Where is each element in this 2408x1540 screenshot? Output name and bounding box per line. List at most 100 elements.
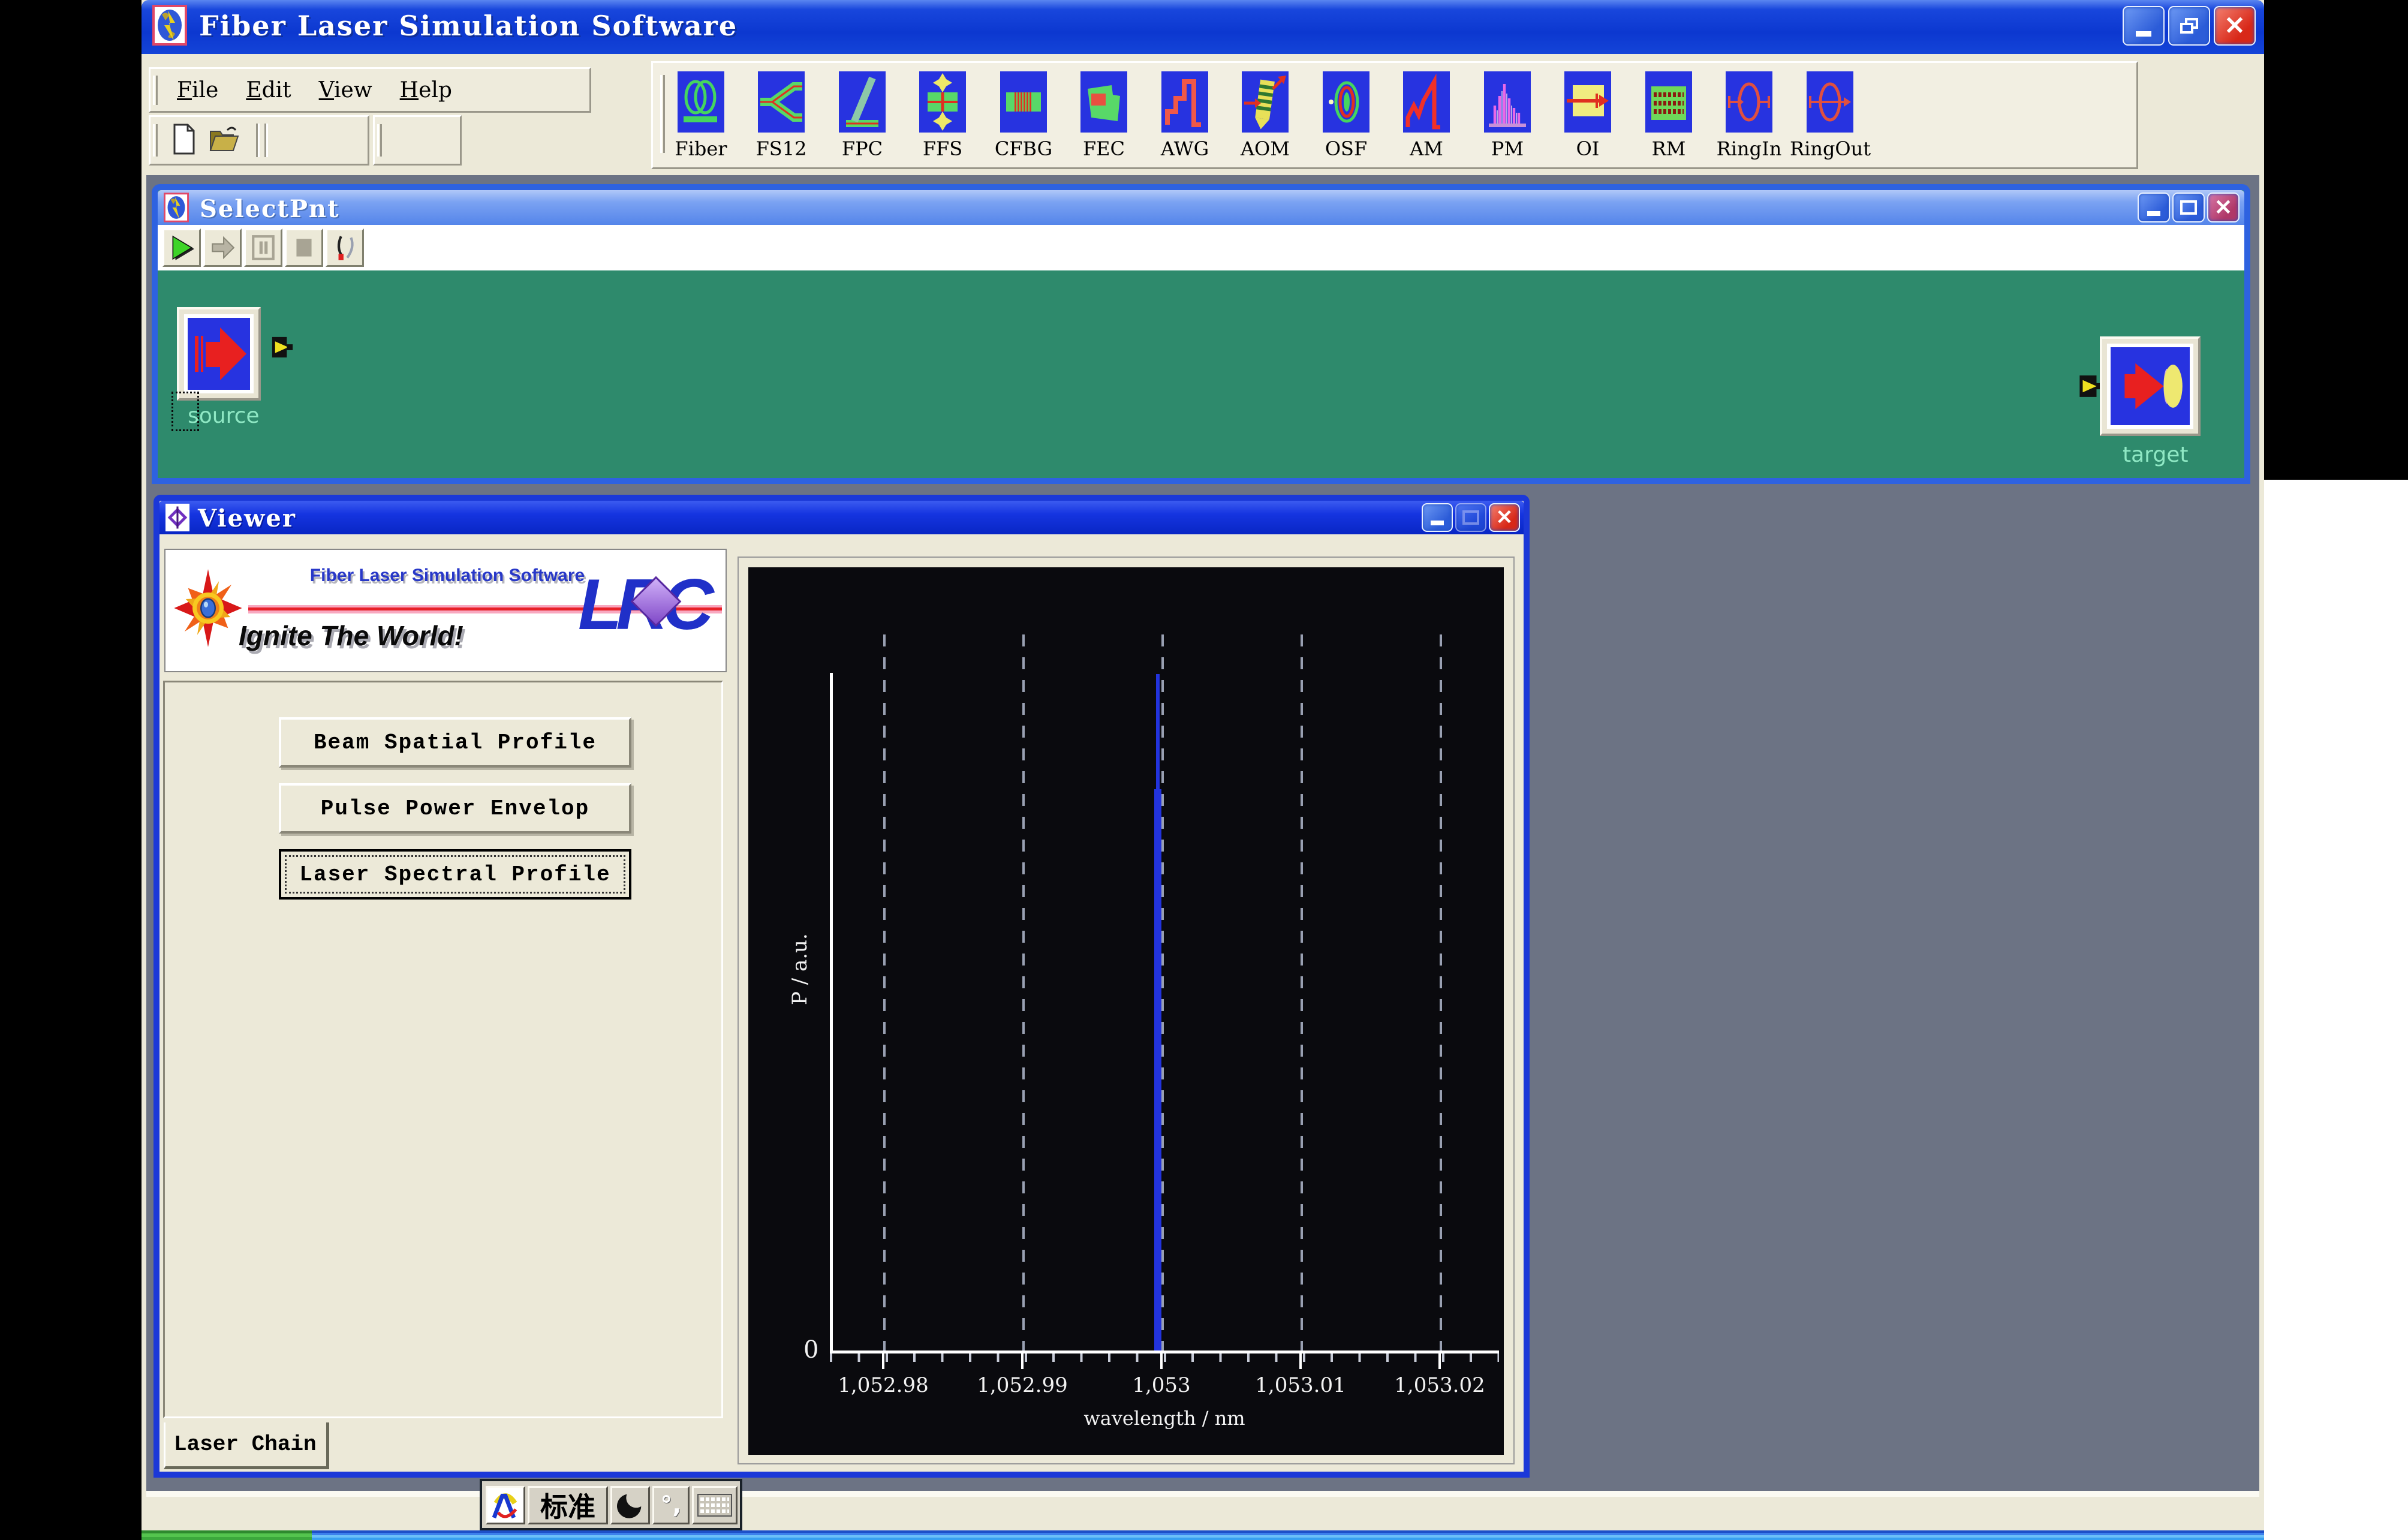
menu-view[interactable]: View bbox=[313, 78, 378, 103]
toolbar-item-pm[interactable]: PM bbox=[1467, 71, 1548, 160]
x-tick-label: 1,053.02 bbox=[1394, 1373, 1485, 1397]
band-grip[interactable] bbox=[377, 124, 382, 157]
gridline bbox=[1440, 634, 1442, 1352]
target-input-port[interactable] bbox=[2076, 372, 2103, 403]
toolbar-separator bbox=[264, 124, 268, 157]
laser-chain-tab-label: Laser Chain bbox=[165, 1432, 317, 1457]
toolbar-item-rm[interactable]: RM bbox=[1629, 71, 1709, 160]
polarization-controller-icon bbox=[839, 71, 886, 133]
toolbar-item-ringin[interactable]: RingIn bbox=[1709, 71, 1789, 160]
source-output-port[interactable] bbox=[270, 334, 294, 363]
x-tick-label: 1,053.01 bbox=[1255, 1373, 1346, 1397]
beam-spatial-profile-button[interactable]: Beam Spatial Profile bbox=[279, 717, 631, 768]
toolbar-item-fiber[interactable]: Fiber bbox=[661, 71, 741, 160]
moon-icon bbox=[617, 1492, 643, 1518]
fiber-bragg-grating-icon bbox=[1000, 71, 1047, 133]
viewer-window-title: Viewer bbox=[198, 504, 296, 533]
target-node-label: target bbox=[2123, 443, 2188, 467]
toolbar-item-osf[interactable]: OSF bbox=[1306, 71, 1386, 160]
toolbar-item-fpc[interactable]: FPC bbox=[822, 71, 902, 160]
close-icon: ✕ bbox=[2214, 197, 2232, 218]
x-axis-major-tick bbox=[1160, 1353, 1163, 1369]
toolbar-item-cfbg[interactable]: CFBG bbox=[983, 71, 1064, 160]
source-node[interactable] bbox=[177, 307, 261, 401]
main-minimize-button[interactable] bbox=[2123, 6, 2165, 46]
toolbar-item-fec[interactable]: FEC bbox=[1064, 71, 1144, 160]
band-grip[interactable] bbox=[153, 76, 158, 105]
toolbar-item-ringout[interactable]: RingOut bbox=[1790, 71, 1870, 160]
optical-isolator-icon bbox=[1564, 71, 1611, 133]
chart-frame: P / a.u. 0 1,052.98 1,052.99 1,053 1,053… bbox=[738, 557, 1515, 1464]
open-file-button[interactable] bbox=[209, 125, 242, 156]
viewer-close-button[interactable]: ✕ bbox=[1489, 503, 1520, 532]
ime-softkeyboard-button[interactable] bbox=[692, 1486, 738, 1524]
close-icon: ✕ bbox=[2224, 13, 2245, 38]
selectpnt-title-bar[interactable]: SelectPnt ✕ bbox=[158, 190, 2244, 225]
menu-help[interactable]: Help bbox=[394, 78, 458, 103]
ime-mode-button[interactable]: 标准 bbox=[528, 1486, 608, 1524]
stop-icon bbox=[290, 234, 318, 261]
ime-mode-label: 标准 bbox=[540, 1485, 595, 1525]
laser-chain-tab[interactable]: Laser Chain bbox=[164, 1422, 329, 1469]
step-arrow-icon bbox=[209, 234, 236, 261]
toolbar-item-fs12[interactable]: FS12 bbox=[741, 71, 821, 160]
viewer-controls-panel: Beam Spatial Profile Pulse Power Envelop… bbox=[163, 681, 723, 1418]
viewer-minimize-button[interactable] bbox=[1422, 503, 1453, 532]
main-title-bar[interactable]: Fiber Laser Simulation Software ✕ bbox=[142, 0, 2264, 54]
x-tick-label: 1,052.98 bbox=[838, 1373, 928, 1397]
source-node-frame bbox=[184, 314, 254, 393]
x-tick-label: 1,053 bbox=[1132, 1373, 1190, 1397]
main-close-button[interactable]: ✕ bbox=[2214, 6, 2256, 46]
ime-language-bar[interactable]: 标准 °, bbox=[480, 1479, 742, 1530]
toolbar-item-awg[interactable]: AWG bbox=[1145, 71, 1225, 160]
pulse-power-envelop-button[interactable]: Pulse Power Envelop bbox=[279, 783, 631, 834]
fiber-splitter-icon bbox=[758, 71, 805, 133]
toolbar-item-ffs[interactable]: FFS bbox=[902, 71, 983, 160]
y-origin-label: 0 bbox=[803, 1336, 818, 1364]
taskbar-strip[interactable] bbox=[312, 1530, 2264, 1540]
target-node[interactable] bbox=[2100, 336, 2201, 436]
reflective-mirror-icon bbox=[1645, 71, 1692, 133]
simulation-toolbar bbox=[158, 225, 2244, 270]
band-grip[interactable] bbox=[153, 124, 158, 157]
selectpnt-close-button[interactable]: ✕ bbox=[2207, 192, 2240, 222]
design-canvas[interactable]: source target bbox=[158, 270, 2244, 478]
viewer-maximize-button[interactable] bbox=[1455, 503, 1486, 532]
menu-bar: File Edit View Help bbox=[149, 67, 591, 113]
step-button[interactable] bbox=[203, 228, 242, 267]
ime-logo-button[interactable] bbox=[486, 1486, 525, 1524]
stop-button[interactable] bbox=[285, 228, 323, 267]
spectral-chart[interactable]: P / a.u. 0 1,052.98 1,052.99 1,053 1,053… bbox=[748, 567, 1504, 1455]
viewer-app-icon bbox=[165, 503, 189, 535]
source-node-label: source bbox=[188, 404, 260, 428]
start-button[interactable] bbox=[142, 1530, 312, 1540]
maximize-icon bbox=[1462, 510, 1479, 525]
ime-punctuation-button[interactable]: °, bbox=[652, 1486, 690, 1524]
desktop-margin-right bbox=[2264, 480, 2408, 1540]
selectpnt-maximize-button[interactable] bbox=[2172, 192, 2205, 222]
x-tick-label: 1,052.99 bbox=[977, 1373, 1067, 1397]
run-button[interactable] bbox=[162, 228, 201, 267]
toolbar-item-oi[interactable]: OI bbox=[1548, 71, 1628, 160]
new-file-button[interactable] bbox=[172, 124, 196, 158]
viewer-window: Viewer ✕ Fiber Laser Simulation Software… bbox=[153, 495, 1530, 1478]
selectpnt-window-title: SelectPnt bbox=[200, 195, 339, 223]
ime-punctuation-label: °, bbox=[660, 1491, 681, 1519]
selectpnt-minimize-button[interactable] bbox=[2138, 192, 2170, 222]
laser-spectral-profile-button[interactable]: Laser Spectral Profile bbox=[279, 849, 631, 900]
probe-curve-icon bbox=[331, 234, 359, 261]
main-restore-button[interactable] bbox=[2168, 6, 2210, 46]
menu-edit[interactable]: Edit bbox=[240, 78, 297, 103]
gridline bbox=[883, 634, 886, 1352]
ime-fullwidth-button[interactable] bbox=[610, 1486, 650, 1524]
pause-button[interactable] bbox=[244, 228, 282, 267]
toolbar-item-am[interactable]: AM bbox=[1386, 71, 1467, 160]
viewer-title-bar[interactable]: Viewer ✕ bbox=[159, 501, 1524, 534]
keyboard-icon bbox=[697, 1493, 733, 1517]
optical-spectral-filter-icon bbox=[1323, 71, 1369, 133]
menu-file[interactable]: File bbox=[171, 78, 224, 103]
x-axis-minor-ticks bbox=[830, 1353, 1499, 1362]
probe-button[interactable] bbox=[326, 228, 364, 267]
toolbar-item-aom[interactable]: AOM bbox=[1225, 71, 1305, 160]
logo-heading: Fiber Laser Simulation Software bbox=[273, 566, 621, 586]
